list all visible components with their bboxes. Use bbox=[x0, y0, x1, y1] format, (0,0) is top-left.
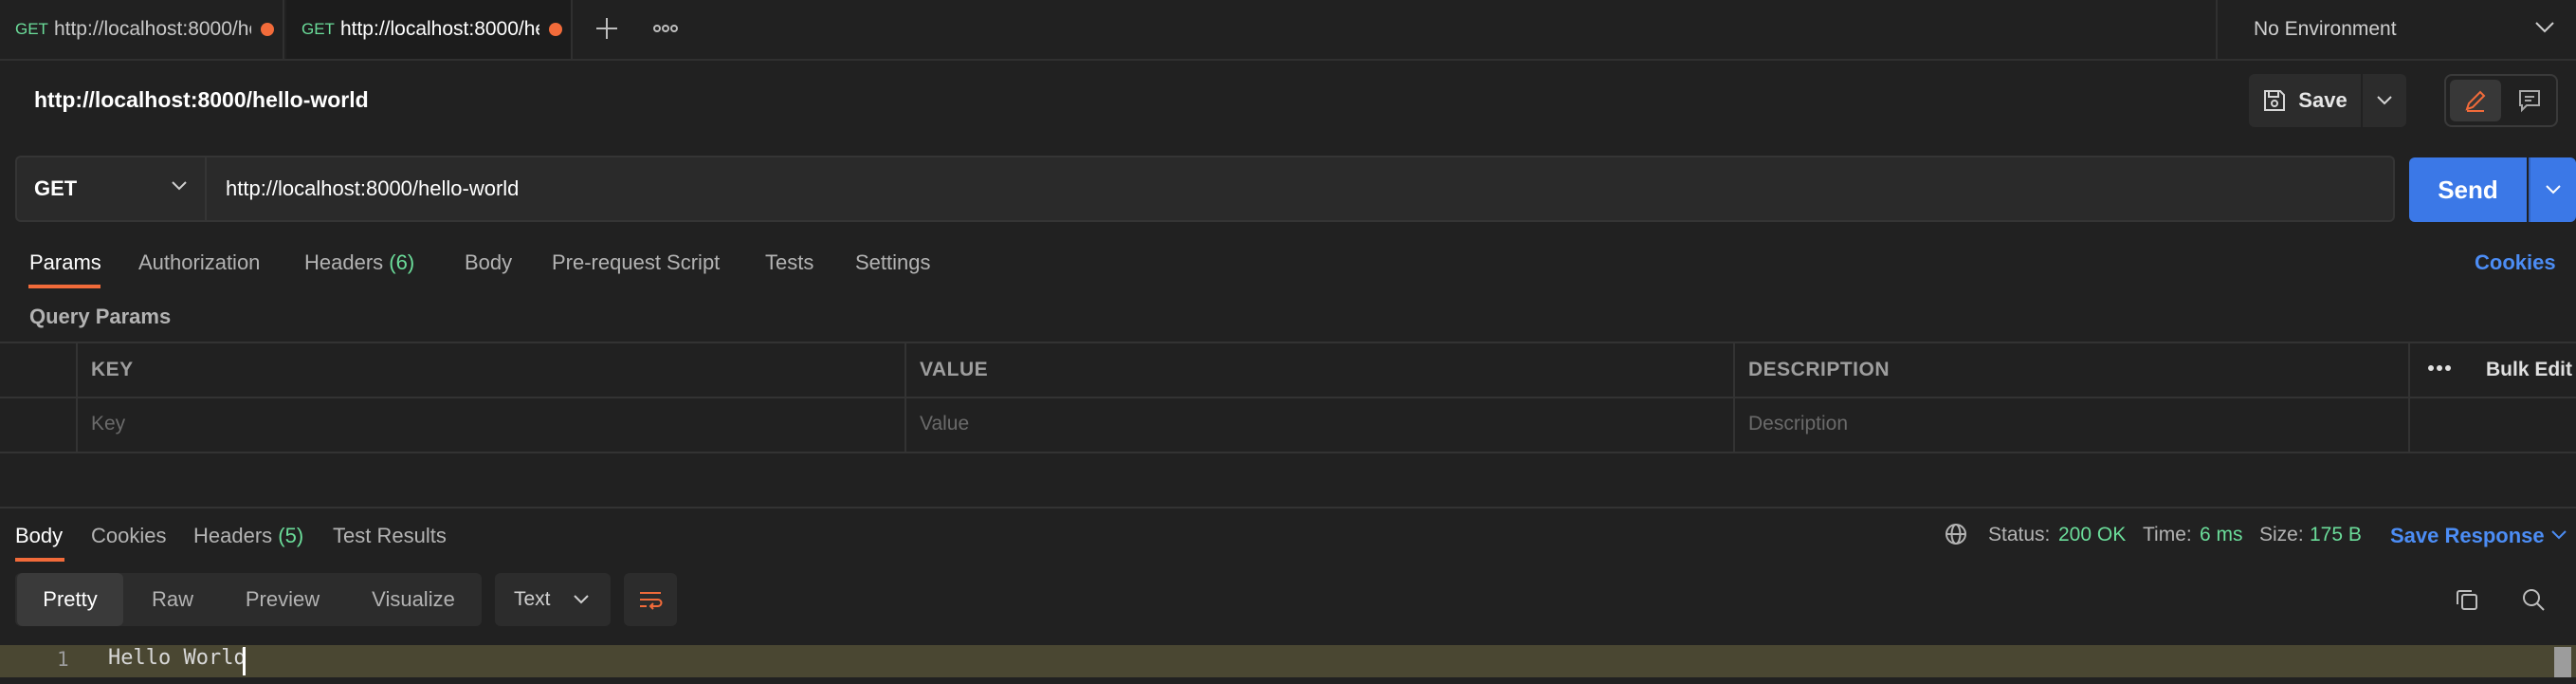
tab-url: http://localhost:8000/hello-world bbox=[53, 18, 251, 40]
method-label: GET bbox=[34, 176, 78, 200]
request-tab[interactable]: GET http://localhost:8000/hello-world bbox=[0, 0, 284, 59]
tab-authorization[interactable]: Authorization bbox=[138, 250, 260, 275]
status-label: Status: bbox=[1988, 524, 2051, 545]
active-tab-indicator bbox=[28, 285, 100, 288]
more-horizontal-icon[interactable] bbox=[2427, 362, 2452, 374]
response-tab-body[interactable]: Body bbox=[15, 524, 63, 548]
request-tab-active[interactable]: GET http://localhost:8000/hello-world bbox=[286, 0, 573, 59]
response-body-text[interactable]: Hello World bbox=[108, 646, 247, 670]
send-button[interactable]: Send bbox=[2409, 157, 2527, 222]
status-value[interactable]: 200 OK bbox=[2058, 524, 2126, 546]
table-divider bbox=[904, 342, 906, 453]
globe-icon[interactable] bbox=[1944, 522, 1968, 546]
save-response-button[interactable]: Save Response bbox=[2390, 524, 2545, 548]
save-label: Save bbox=[2298, 88, 2348, 112]
response-tab-headers[interactable]: Headers (5) bbox=[193, 524, 303, 548]
pencil-icon bbox=[2463, 88, 2488, 113]
wrap-lines-icon bbox=[637, 588, 664, 611]
chevron-down-icon bbox=[2534, 21, 2555, 34]
request-title[interactable]: http://localhost:8000/hello-world bbox=[34, 87, 369, 113]
tab-headers-label: Headers bbox=[304, 250, 384, 274]
size-label: Size: bbox=[2259, 524, 2304, 545]
table-divider bbox=[0, 397, 2576, 398]
table-divider bbox=[76, 342, 78, 453]
environment-label: No Environment bbox=[2254, 18, 2397, 40]
chevron-down-icon[interactable] bbox=[2550, 529, 2567, 541]
response-type-label: Text bbox=[514, 588, 551, 610]
environment-select[interactable]: No Environment bbox=[2216, 0, 2576, 59]
value-input[interactable]: Value bbox=[920, 413, 969, 435]
tab-params[interactable]: Params bbox=[29, 250, 101, 275]
headers-count: (6) bbox=[389, 250, 415, 274]
format-visualize[interactable]: Visualize bbox=[347, 573, 480, 626]
time-label: Time: bbox=[2143, 524, 2192, 545]
query-params-label: Query Params bbox=[29, 305, 172, 328]
wrap-lines-button[interactable] bbox=[624, 573, 677, 626]
tab-pre-request-script[interactable]: Pre-request Script bbox=[552, 250, 720, 275]
save-icon bbox=[2262, 88, 2287, 113]
response-headers-label: Headers bbox=[193, 524, 273, 547]
chevron-down-icon bbox=[2376, 95, 2393, 106]
url-input[interactable]: http://localhost:8000/hello-world bbox=[226, 176, 2359, 201]
edit-mode-button[interactable] bbox=[2450, 80, 2501, 121]
bulk-edit-button[interactable]: Bulk Edit bbox=[2486, 359, 2572, 381]
response-headers-count: (5) bbox=[278, 524, 304, 547]
key-input[interactable]: Key bbox=[91, 413, 125, 435]
tab-headers[interactable]: Headers (6) bbox=[304, 250, 414, 275]
line-number: 1 bbox=[57, 648, 69, 671]
format-preview[interactable]: Preview bbox=[224, 573, 341, 626]
column-header-key: KEY bbox=[91, 359, 134, 380]
comments-button[interactable] bbox=[2505, 80, 2554, 121]
unsaved-dot-icon bbox=[548, 23, 562, 36]
comment-icon bbox=[2517, 88, 2542, 113]
tab-method: GET bbox=[301, 20, 335, 38]
code-line-highlight bbox=[0, 645, 2576, 677]
unsaved-dot-icon bbox=[260, 23, 274, 36]
chevron-down-icon bbox=[2545, 184, 2562, 195]
column-header-description: DESCRIPTION bbox=[1748, 359, 1891, 380]
send-dropdown-button[interactable] bbox=[2529, 157, 2576, 222]
chevron-down-icon bbox=[573, 594, 590, 605]
format-pretty[interactable]: Pretty bbox=[17, 573, 123, 626]
format-raw[interactable]: Raw bbox=[127, 573, 218, 626]
save-dropdown-button[interactable] bbox=[2363, 74, 2406, 127]
description-input[interactable]: Description bbox=[1748, 413, 1848, 435]
search-icon[interactable] bbox=[2520, 586, 2547, 613]
response-tab-test-results[interactable]: Test Results bbox=[333, 524, 447, 548]
response-tab-cookies[interactable]: Cookies bbox=[91, 524, 166, 548]
cookies-link[interactable]: Cookies bbox=[2475, 250, 2556, 275]
tab-settings[interactable]: Settings bbox=[855, 250, 931, 275]
more-horizontal-icon[interactable] bbox=[652, 17, 679, 40]
save-button[interactable]: Save bbox=[2249, 74, 2361, 127]
table-divider bbox=[1733, 342, 1735, 453]
copy-icon[interactable] bbox=[2454, 586, 2480, 613]
chevron-down-icon[interactable] bbox=[171, 180, 188, 192]
table-divider bbox=[2408, 342, 2410, 453]
text-cursor bbox=[243, 647, 246, 675]
time-value[interactable]: 6 ms bbox=[2200, 524, 2243, 546]
tab-method: GET bbox=[15, 20, 48, 38]
plus-icon[interactable] bbox=[594, 15, 620, 42]
tab-tests[interactable]: Tests bbox=[765, 250, 813, 275]
active-tab-indicator bbox=[15, 558, 64, 562]
column-header-value: VALUE bbox=[920, 359, 989, 380]
scrollbar-thumb[interactable] bbox=[2554, 647, 2571, 677]
tab-body[interactable]: Body bbox=[465, 250, 512, 275]
tab-url: http://localhost:8000/hello-world bbox=[339, 18, 539, 40]
size-value[interactable]: 175 B bbox=[2310, 524, 2362, 546]
response-type-select[interactable]: Text bbox=[495, 573, 611, 626]
response-divider[interactable] bbox=[0, 507, 2576, 508]
